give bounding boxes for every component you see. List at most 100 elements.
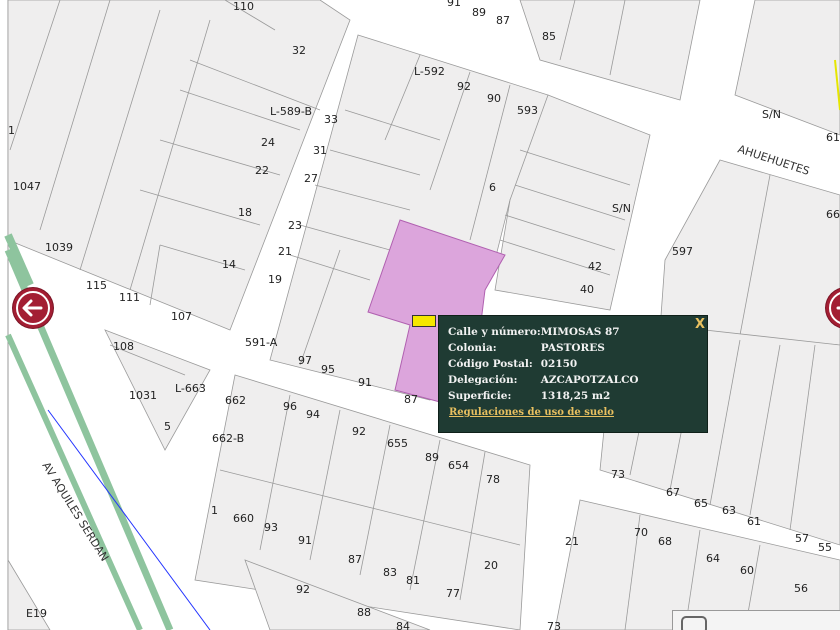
- property-info-table: Calle y número: MIMOSAS 87 Colonia: PAST…: [448, 324, 639, 404]
- lot-label: 597: [672, 245, 693, 258]
- lot-label: 23: [288, 219, 302, 232]
- lot-label: 33: [324, 113, 338, 126]
- lot-label: 77: [446, 587, 460, 600]
- info-key: Código Postal:: [448, 358, 533, 370]
- pan-right-button[interactable]: [826, 288, 840, 328]
- lot-label: 92: [352, 425, 366, 438]
- lot-label: 60: [740, 564, 754, 577]
- lot-label: 108: [113, 340, 134, 353]
- lot-label: 42: [588, 260, 602, 273]
- lot-label: 95: [321, 363, 335, 376]
- lot-label: 88: [357, 606, 371, 619]
- lot-label: 61: [826, 131, 840, 144]
- lot-label: 20: [484, 559, 498, 572]
- info-value: PASTORES: [540, 342, 605, 354]
- lot-label: 21: [278, 245, 292, 258]
- land-use-regulations-link[interactable]: Regulaciones de uso de suelo: [449, 407, 614, 418]
- lot-label: 70: [634, 526, 648, 539]
- arrow-left-icon: [16, 291, 50, 325]
- lot-label: 83: [383, 566, 397, 579]
- lot-label: 111: [119, 291, 140, 304]
- lot-label: 662: [225, 394, 246, 407]
- lot-label: 660: [233, 512, 254, 525]
- pan-left-button[interactable]: [13, 288, 53, 328]
- lot-label: S/N: [612, 202, 631, 215]
- lot-label: 81: [406, 574, 420, 587]
- lot-label: 115: [86, 279, 107, 292]
- lot-label: 110: [233, 0, 254, 13]
- lot-label: 91: [358, 376, 372, 389]
- info-key: Calle y número:: [448, 326, 541, 338]
- lot-label: 61: [747, 515, 761, 528]
- arrow-right-icon: [829, 292, 840, 324]
- popup-close-button[interactable]: X: [695, 317, 705, 332]
- lot-label: 662-B: [212, 432, 244, 445]
- lot-label: 1: [211, 504, 218, 517]
- lot-label: 93: [264, 521, 278, 534]
- lot-label: 67: [666, 486, 680, 499]
- info-key: Delegación:: [448, 374, 518, 386]
- lot-label: 84: [396, 620, 410, 630]
- lot-label: 107: [171, 310, 192, 323]
- lot-label: 73: [547, 620, 561, 630]
- lot-label: L-589-B: [270, 105, 312, 118]
- lot-label: 6: [489, 181, 496, 194]
- cadastral-map[interactable]: AHUEHUETES AV AQUILES SERDAN 110 91 89 8…: [0, 0, 840, 630]
- lot-label: 68: [658, 535, 672, 548]
- lot-label: 40: [580, 283, 594, 296]
- lot-label: 92: [296, 583, 310, 596]
- info-value: MIMOSAS 87: [540, 326, 620, 338]
- lot-label: 87: [404, 393, 418, 406]
- map-toolbar: [672, 610, 840, 630]
- lot-label: 31: [313, 144, 327, 157]
- lot-label: 19: [268, 273, 282, 286]
- info-row: Delegación: AZCAPOTZALCO: [448, 372, 639, 388]
- lot-label: 64: [706, 552, 720, 565]
- lot-label: 91: [447, 0, 461, 9]
- lot-label: 655: [387, 437, 408, 450]
- lot-label: L-592: [414, 65, 445, 78]
- lot-label: 56: [794, 582, 808, 595]
- info-key: Colonia:: [448, 342, 497, 354]
- lot-label: 78: [486, 473, 500, 486]
- lot-label: 27: [304, 172, 318, 185]
- info-value: AZCAPOTZALCO: [540, 374, 639, 386]
- lot-label: 1031: [129, 389, 157, 402]
- info-row: Calle y número: MIMOSAS 87: [448, 324, 639, 340]
- camera-icon[interactable]: [681, 616, 707, 630]
- lot-label: 66: [826, 208, 840, 221]
- info-popup: X Calle y número: MIMOSAS 87 Colonia: PA…: [438, 315, 708, 433]
- lot-label: 593: [517, 104, 538, 117]
- lot-label: 89: [472, 6, 486, 19]
- lot-label: 1047: [13, 180, 41, 193]
- lot-label: 90: [487, 92, 501, 105]
- info-row: Código Postal: 02150: [448, 356, 639, 372]
- lot-label: 87: [348, 553, 362, 566]
- lot-label: E19: [26, 607, 47, 620]
- lot-label: 5: [164, 420, 171, 433]
- lot-label: S/N: [762, 108, 781, 121]
- lot-label: 591-A: [245, 336, 278, 349]
- lot-label: 96: [283, 400, 297, 413]
- lot-label: 55: [818, 541, 832, 554]
- lot-label: 85: [542, 30, 556, 43]
- lot-label: 91: [298, 534, 312, 547]
- lot-label: 94: [306, 408, 320, 421]
- info-value: 02150: [540, 358, 578, 370]
- lot-label: 22: [255, 164, 269, 177]
- lot-label: 32: [292, 44, 306, 57]
- info-row: Colonia: PASTORES: [448, 340, 639, 356]
- lot-label: 89: [425, 451, 439, 464]
- lot-label: 73: [611, 468, 625, 481]
- lot-label: 24: [261, 136, 275, 149]
- lot-label: 18: [238, 206, 252, 219]
- location-marker[interactable]: [412, 315, 436, 327]
- lot-label: 97: [298, 354, 312, 367]
- lot-label: 14: [222, 258, 236, 271]
- lot-label: 57: [795, 532, 809, 545]
- info-key: Superficie:: [448, 390, 512, 402]
- lot-label: 21: [565, 535, 579, 548]
- info-row: Superficie: 1318,25 m2: [448, 388, 639, 404]
- lot-label: 92: [457, 80, 471, 93]
- lot-label: 87: [496, 14, 510, 27]
